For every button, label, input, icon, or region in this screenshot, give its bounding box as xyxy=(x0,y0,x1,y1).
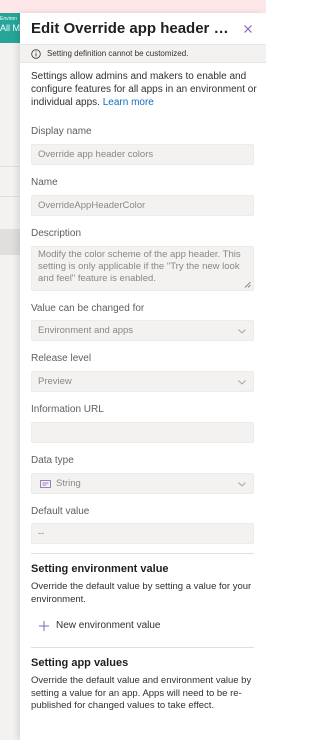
chevron-down-icon xyxy=(238,380,246,385)
environment-chip-label: Environ xyxy=(0,16,17,22)
background-divider xyxy=(0,196,20,197)
plus-icon xyxy=(39,621,49,631)
environment-chip[interactable]: Environ All My xyxy=(0,13,20,43)
data-type-dropdown[interactable]: String xyxy=(31,473,254,494)
alert-strip xyxy=(0,0,266,13)
default-value-value: -- xyxy=(38,528,45,539)
name-field[interactable]: OverrideAppHeaderColor xyxy=(31,195,254,216)
resize-grip-icon[interactable] xyxy=(244,281,251,288)
app-page: Environ All My Edit Override app header … xyxy=(0,0,266,740)
release-level-value: Preview xyxy=(38,376,72,387)
background-app xyxy=(0,13,20,740)
release-level-label: Release level xyxy=(31,353,92,364)
environment-section-title: Setting environment value xyxy=(31,563,169,575)
display-name-label: Display name xyxy=(31,126,92,137)
display-name-value: Override app header colors xyxy=(38,149,154,160)
name-label: Name xyxy=(31,177,58,188)
info-icon xyxy=(31,49,41,59)
value-changed-for-dropdown[interactable]: Environment and apps xyxy=(31,320,254,341)
environment-section-text: Override the default value by setting a … xyxy=(31,581,252,605)
information-url-label: Information URL xyxy=(31,404,104,415)
close-icon xyxy=(244,25,252,33)
panel-header: Edit Override app header co... xyxy=(31,19,257,39)
section-divider xyxy=(31,553,254,554)
close-button[interactable] xyxy=(241,22,255,36)
chevron-down-icon xyxy=(238,482,246,487)
background-selected-row[interactable] xyxy=(0,229,20,255)
default-value-label: Default value xyxy=(31,506,90,517)
description-field[interactable]: Modify the color scheme of the app heade… xyxy=(31,246,254,291)
data-type-label: Data type xyxy=(31,455,74,466)
description-label: Description xyxy=(31,228,82,239)
release-level-dropdown[interactable]: Preview xyxy=(31,371,254,392)
description-value: Modify the color scheme of the app heade… xyxy=(38,249,241,284)
name-value: OverrideAppHeaderColor xyxy=(38,200,146,211)
app-section-title: Setting app values xyxy=(31,657,129,669)
value-changed-for-value: Environment and apps xyxy=(38,325,134,336)
default-value-field[interactable]: -- xyxy=(31,523,254,544)
value-changed-for-label: Value can be changed for xyxy=(31,303,145,314)
information-url-field[interactable] xyxy=(31,422,254,443)
chevron-down-icon xyxy=(238,329,246,334)
string-type-icon xyxy=(40,480,51,488)
new-environment-value-label: New environment value xyxy=(56,620,161,631)
panel-description: Settings allow admins and makers to enab… xyxy=(31,70,257,109)
panel-title: Edit Override app header co... xyxy=(31,20,231,37)
customization-notice: Setting definition cannot be customized. xyxy=(20,44,266,63)
display-name-field[interactable]: Override app header colors xyxy=(31,144,254,165)
app-section-text: Override the default value and environme… xyxy=(31,675,252,711)
background-divider xyxy=(0,166,20,167)
environment-chip-value: All My xyxy=(0,23,20,33)
edit-setting-panel: Edit Override app header co... Setting d… xyxy=(20,13,266,740)
section-divider xyxy=(31,647,254,648)
notice-text: Setting definition cannot be customized. xyxy=(47,49,189,58)
learn-more-link[interactable]: Learn more xyxy=(103,97,154,108)
data-type-value: String xyxy=(56,478,81,489)
